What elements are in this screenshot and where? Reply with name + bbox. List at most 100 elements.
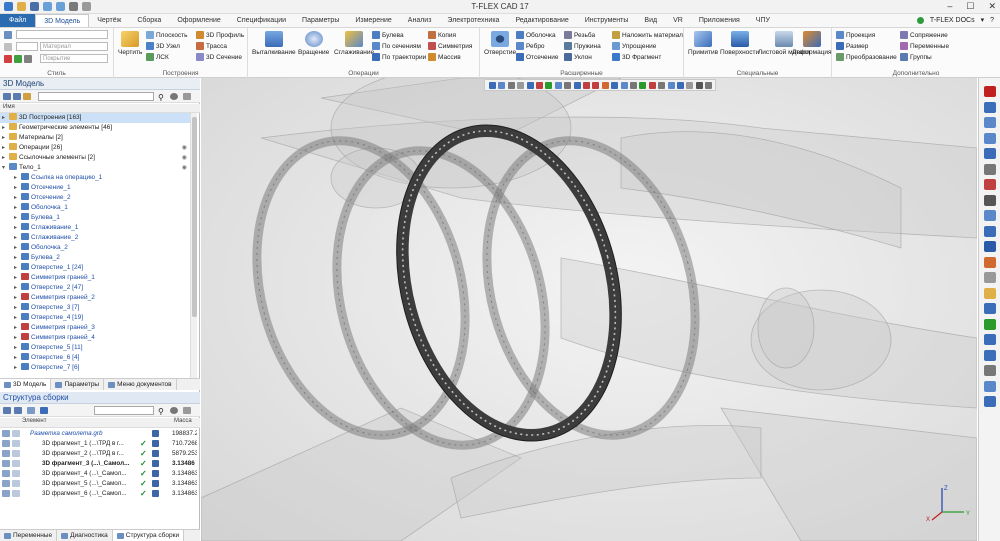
deformation-button[interactable]: Деформация [792,31,832,56]
tree-item[interactable]: ▸ Ссылка на операцию_1 [0,173,190,183]
tree-item[interactable]: ▸ Оболочка_1 [0,203,190,213]
save-icon[interactable] [152,490,159,497]
assembly-filter-input[interactable] [94,406,154,415]
expand-icon[interactable]: ▸ [14,233,21,243]
transform-button[interactable]: Преобразование [836,53,897,61]
menu-tab[interactable]: Чертёж [89,14,129,27]
edit-icon[interactable] [2,430,10,437]
edit-icon[interactable] [2,490,10,497]
tree-item[interactable]: ▸ Отверстие_6 [4] [0,353,190,363]
path-button[interactable]: Трасса [196,42,227,50]
plane-button[interactable]: Плоскость [146,31,188,39]
tab-variables[interactable]: Переменные [0,530,58,541]
tree-item[interactable]: ▸ Материалы [2] [0,133,190,143]
expand-icon[interactable]: ▸ [14,343,21,353]
expand-icon[interactable]: ▸ [14,253,21,263]
edit-icon[interactable] [2,480,10,487]
render-icon[interactable] [601,82,609,89]
save-icon[interactable] [152,470,159,477]
expand-icon[interactable]: ▸ [14,363,21,373]
surfaces-button[interactable]: Поверхности [720,31,759,56]
tree-item[interactable]: ▸ Оболочка_2 [0,243,190,253]
tree-view-icon[interactable] [3,407,11,414]
maximize-button[interactable]: ☐ [966,1,974,12]
filter-icon[interactable] [27,407,35,414]
tree-item[interactable]: ▸ Ссылочные элементы [2] ◉ [0,153,190,163]
projection-button[interactable]: Проекция [836,31,875,39]
level-combo[interactable] [16,42,38,51]
spring-button[interactable]: Пружина [564,42,601,50]
menu-tab[interactable]: Приложения [691,14,748,27]
3d-scene[interactable] [201,78,977,541]
color-icon[interactable] [984,179,996,190]
collision-icon[interactable] [984,318,996,330]
rib-button[interactable]: Ребро [516,42,545,50]
assembly-row[interactable]: 3D фрагмент_5 (...\_Самол... ✓ 3.134863 [0,479,197,489]
array-button[interactable]: Массив [428,53,461,61]
thread-button[interactable]: Резьба [564,31,595,39]
menu-tab[interactable]: Вид [636,14,665,27]
zoom-icon[interactable] [507,82,515,89]
expand-icon[interactable]: ▸ [2,113,9,123]
coating-combo[interactable]: Покрытие [40,54,108,63]
save-icon[interactable] [152,460,159,467]
shell-button[interactable]: Оболочка [516,31,556,39]
copy-button[interactable]: Копия [428,31,456,39]
edit-icon[interactable] [2,460,10,467]
close-button[interactable]: ✕ [988,1,996,12]
layer-combo[interactable] [16,30,108,39]
expand-icon[interactable]: ▸ [14,293,21,303]
smoothing-button[interactable]: Сглаживание [334,31,374,56]
primitive-button[interactable]: Примитив [688,31,718,56]
tab-diagnostics[interactable]: Диагностика [57,530,113,541]
tree-item[interactable]: ▸ Булева_1 [0,213,190,223]
loft-button[interactable]: По сечениям [372,42,421,50]
save-icon[interactable] [152,480,159,487]
menu-tab[interactable]: Инструменты [577,14,637,27]
tab-3d-model[interactable]: 3D Модель [0,379,52,390]
section-icon[interactable] [536,82,543,89]
expand-icon[interactable]: ▸ [14,333,21,343]
tree-item[interactable]: ▸ Отсечение_2 [0,193,190,203]
tree-item[interactable]: ▸ Операции [26] ◉ [0,143,190,153]
draft-button[interactable]: Уклон [564,53,592,61]
menu-tab[interactable]: Файл [0,14,36,27]
settings-icon[interactable] [170,407,178,414]
save-icon[interactable] [152,430,159,437]
view-options-icon[interactable] [183,407,191,414]
ruler-icon[interactable] [984,194,996,206]
visibility-icon[interactable]: ◉ [182,143,187,153]
expand-icon[interactable]: ▸ [14,193,21,203]
list-view-icon[interactable] [14,407,22,414]
expand-icon[interactable]: ▸ [14,203,21,213]
zoom-in-icon[interactable] [984,101,996,113]
zoom-out-icon[interactable] [984,117,996,128]
layer-icon[interactable] [658,82,666,89]
tree-item[interactable]: ▸ Сглаживание_2 [0,233,190,243]
view-options-icon[interactable] [183,93,191,100]
variables-button[interactable]: Переменные [900,42,949,50]
search-icon[interactable]: ⚲ [158,93,166,102]
expand-icon[interactable]: ▸ [14,313,21,323]
expand-icon[interactable]: ▸ [14,303,21,313]
menu-tab[interactable]: Параметры [294,14,347,27]
model-filter-input[interactable] [38,92,154,101]
forward-icon[interactable] [13,93,21,100]
assembly-row[interactable]: 3D фрагмент_2 (...\ТРД в г... ✓ 5879.253 [0,449,197,459]
wireframe-icon[interactable] [592,82,600,89]
help-icon[interactable]: ? [990,17,994,24]
show-icon[interactable] [639,82,647,89]
search-icon[interactable]: ⚲ [158,407,166,416]
lcs-button[interactable]: ЛСК [146,53,169,61]
hide-icon[interactable] [984,365,996,376]
line-style-icon[interactable] [4,43,12,51]
mate-button[interactable]: Сопряжение [900,31,948,39]
assembly-row[interactable]: 3D фрагмент_3 (...\_Самол... ✓ 3.13486 [0,459,195,469]
hole-button[interactable]: Отверстие [484,31,516,56]
tree-item[interactable]: ▾ Тело_1 ◉ [0,163,190,173]
3d-fragment-button[interactable]: 3D Фрагмент [612,53,661,61]
rotate-button[interactable]: Вращение [298,31,329,56]
tree-item[interactable]: ▸ Отверстие_7 [6] [0,363,190,373]
3d-viewport[interactable] [201,78,977,541]
menu-tab[interactable]: ЧПУ [748,14,778,27]
